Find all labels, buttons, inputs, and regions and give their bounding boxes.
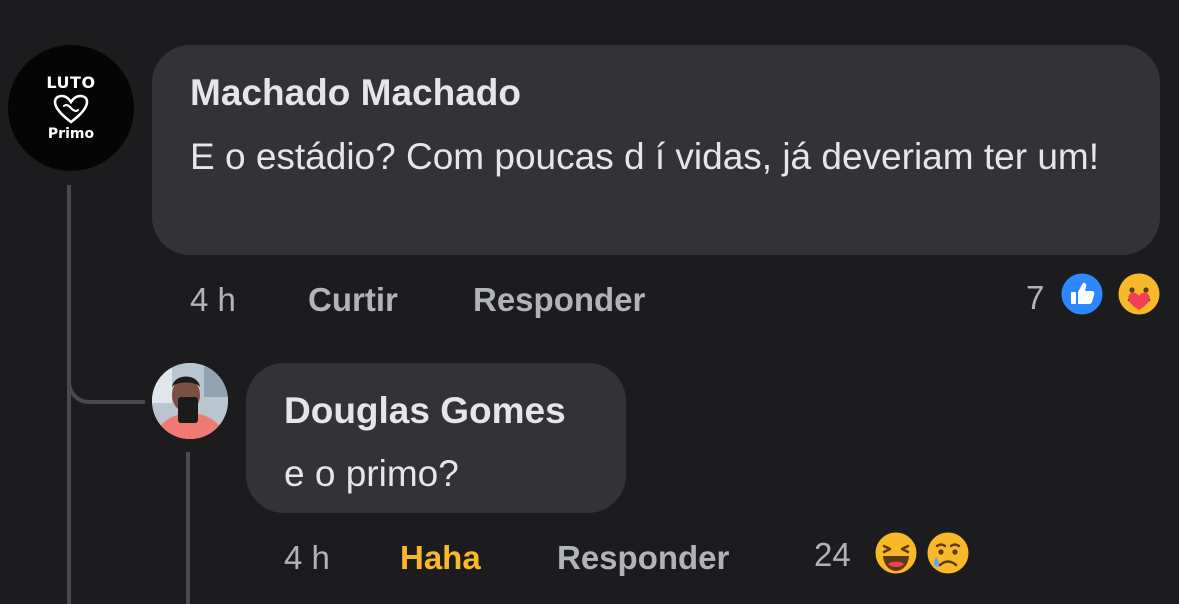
avatar-text-bottom: Primo (47, 126, 95, 142)
reaction-count[interactable]: 7 (1026, 278, 1044, 318)
avatar-text-top: LUTO (46, 73, 96, 92)
haha-reaction-button[interactable]: Haha (400, 538, 481, 578)
reply-bubble: Douglas Gomes e o primo? (246, 363, 626, 513)
reaction-count[interactable]: 24 (814, 535, 851, 575)
comment-timestamp[interactable]: 4 h (190, 280, 236, 320)
comment-text: E o estádio? Com poucas d í vidas, já de… (190, 136, 1099, 177)
reply-connector-elbow (67, 320, 145, 404)
reply-button[interactable]: Responder (473, 280, 645, 320)
heart-outline-icon (53, 94, 89, 124)
reply-thread-line (186, 452, 190, 604)
reply-button[interactable]: Responder (557, 538, 729, 578)
avatar-douglas-gomes[interactable] (152, 363, 228, 439)
comment-bubble: Machado Machado E o estádio? Com poucas … (152, 45, 1160, 255)
comment-author[interactable]: Machado Machado (190, 72, 521, 114)
avatar-luto-primo[interactable]: LUTO Primo (8, 45, 134, 171)
reply-text: e o primo? (284, 453, 459, 494)
haha-icon[interactable] (872, 529, 920, 577)
like-button[interactable]: Curtir (308, 280, 398, 320)
reply-author[interactable]: Douglas Gomes (284, 390, 566, 432)
sad-icon[interactable] (924, 529, 972, 577)
like-icon[interactable] (1058, 270, 1106, 318)
reply-timestamp[interactable]: 4 h (284, 538, 330, 578)
care-icon[interactable] (1115, 270, 1163, 318)
